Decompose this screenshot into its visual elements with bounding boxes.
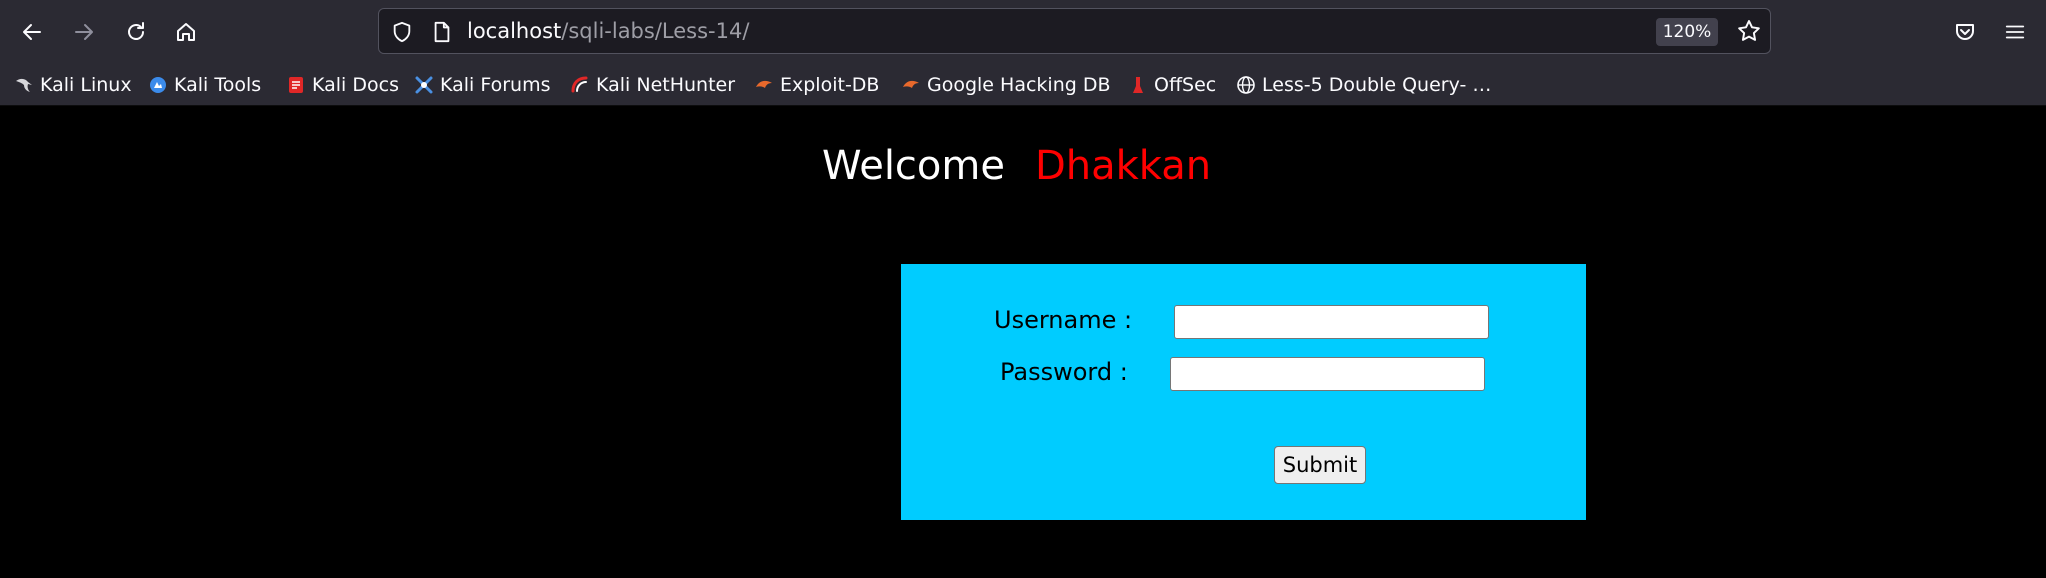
kali-dragon-icon <box>14 75 34 95</box>
home-icon <box>177 23 195 41</box>
reload-icon <box>128 22 144 40</box>
forward-arrow-icon <box>75 24 93 40</box>
bookmark-label: Less-5 Double Query- … <box>1262 74 1492 96</box>
url-host: localhost <box>467 19 562 43</box>
submit-button[interactable]: Submit <box>1274 446 1366 484</box>
password-label: Password : <box>1000 358 1128 386</box>
username-input[interactable] <box>1174 305 1489 339</box>
bookmark-less-5[interactable]: Less-5 Double Query- … <box>1236 71 1491 99</box>
bookmark-google-hacking-db[interactable]: Google Hacking DB <box>901 71 1111 99</box>
bookmark-kali-docs[interactable]: Kali Docs <box>286 71 399 99</box>
kali-docs-icon <box>286 75 306 95</box>
bookmark-label: Kali NetHunter <box>596 74 736 96</box>
bookmark-star-icon[interactable] <box>1733 15 1765 47</box>
welcome-name: Dhakkan <box>1034 143 1212 189</box>
hamburger-menu-icon <box>2005 25 2025 39</box>
bookmark-label: OffSec <box>1154 74 1217 96</box>
pocket-button[interactable] <box>1947 14 1983 50</box>
bookmark-label: Kali Tools <box>174 74 262 96</box>
password-input[interactable] <box>1170 357 1485 391</box>
home-button[interactable] <box>168 14 204 50</box>
bookmark-label: Google Hacking DB <box>927 74 1111 96</box>
browser-chrome: localhost/sqli-labs/Less-14/ 120% Kali L… <box>0 0 2046 106</box>
kali-tools-icon <box>148 75 168 95</box>
pocket-icon <box>1956 24 1974 40</box>
exploit-db-icon <box>754 75 774 95</box>
bookmark-kali-forums[interactable]: Kali Forums <box>414 71 551 99</box>
bookmark-label: Exploit-DB <box>780 74 880 96</box>
zoom-level-badge[interactable]: 120% <box>1656 18 1718 46</box>
bookmark-kali-nethunter[interactable]: Kali NetHunter <box>570 71 735 99</box>
offsec-icon <box>1128 75 1148 95</box>
url-text[interactable]: localhost/sqli-labs/Less-14/ <box>467 19 749 43</box>
ghdb-icon <box>901 75 921 95</box>
bookmark-kali-tools[interactable]: Kali Tools <box>148 71 261 99</box>
welcome-text: Welcome <box>822 143 1005 189</box>
login-form: Username : Password : Submit <box>901 264 1586 520</box>
menu-button[interactable] <box>1997 14 2033 50</box>
kali-forums-icon <box>414 75 434 95</box>
bookmark-label: Kali Forums <box>440 74 551 96</box>
bookmark-exploit-db[interactable]: Exploit-DB <box>754 71 879 99</box>
reload-button[interactable] <box>118 14 154 50</box>
page-content: Welcome Dhakkan Username : Password : Sub… <box>0 106 2046 578</box>
page-info-icon[interactable] <box>429 19 455 45</box>
nethunter-icon <box>570 75 590 95</box>
globe-icon <box>1236 75 1256 95</box>
bookmark-offsec[interactable]: OffSec <box>1128 71 1216 99</box>
url-bar[interactable]: localhost/sqli-labs/Less-14/ 120% <box>378 8 1771 54</box>
url-path: /sqli-labs/Less-14/ <box>561 19 750 43</box>
tracking-shield-icon[interactable] <box>389 19 415 45</box>
navigation-toolbar: localhost/sqli-labs/Less-14/ 120% <box>0 0 2046 64</box>
bookmark-label: Kali Docs <box>312 74 399 96</box>
welcome-heading: Welcome Dhakkan <box>822 143 1211 189</box>
bookmark-kali-linux[interactable]: Kali Linux <box>14 71 132 99</box>
back-button[interactable] <box>14 14 50 50</box>
back-arrow-icon <box>23 24 41 40</box>
bookmarks-toolbar: Kali Linux Kali Tools Kali Docs Kali For… <box>0 64 2046 106</box>
forward-button[interactable] <box>66 14 102 50</box>
username-label: Username : <box>994 306 1133 334</box>
bookmark-label: Kali Linux <box>40 74 132 96</box>
